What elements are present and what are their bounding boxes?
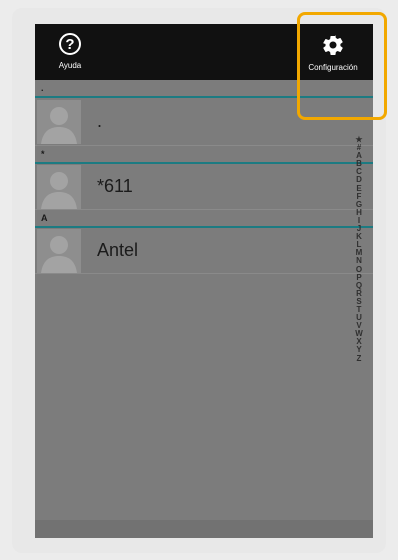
contact-name: *611 <box>97 176 133 196</box>
alphabet-index[interactable]: ★ # A B C D E F G H I J K L M N O P Q R S T U V W X Y Z <box>351 135 367 363</box>
contact-list: . . * *611 A Antel <box>35 80 373 274</box>
person-placeholder-icon <box>41 235 77 273</box>
help-label: Ayuda <box>58 61 82 70</box>
avatar <box>37 228 81 273</box>
group-header-dot[interactable]: . <box>35 80 373 98</box>
avatar <box>37 164 81 209</box>
person-placeholder-icon <box>41 106 77 144</box>
person-placeholder-icon <box>41 171 77 209</box>
app-bar: ? Ayuda Configuración <box>35 24 373 80</box>
alphabet-letter[interactable]: Z <box>357 354 362 363</box>
group-header-star[interactable]: * <box>35 146 373 164</box>
help-icon: ? <box>59 33 81 55</box>
settings-button[interactable]: Configuración <box>293 24 373 80</box>
help-button[interactable]: ? Ayuda <box>53 24 87 80</box>
avatar <box>37 99 81 144</box>
contact-name: . <box>97 111 103 131</box>
settings-label: Configuración <box>308 63 358 72</box>
contact-row-611[interactable]: *611 <box>35 164 373 210</box>
contact-name: Antel <box>97 240 139 260</box>
group-header-a[interactable]: A <box>35 210 373 228</box>
contact-row-antel[interactable]: Antel <box>35 228 373 274</box>
bottom-bar <box>35 520 373 538</box>
help-glyph: ? <box>65 35 75 53</box>
gear-icon <box>323 35 343 56</box>
contact-row-dot[interactable]: . <box>35 98 373 146</box>
phone-screen: ? Ayuda Configuración . . * *611 A Antel… <box>35 24 373 538</box>
